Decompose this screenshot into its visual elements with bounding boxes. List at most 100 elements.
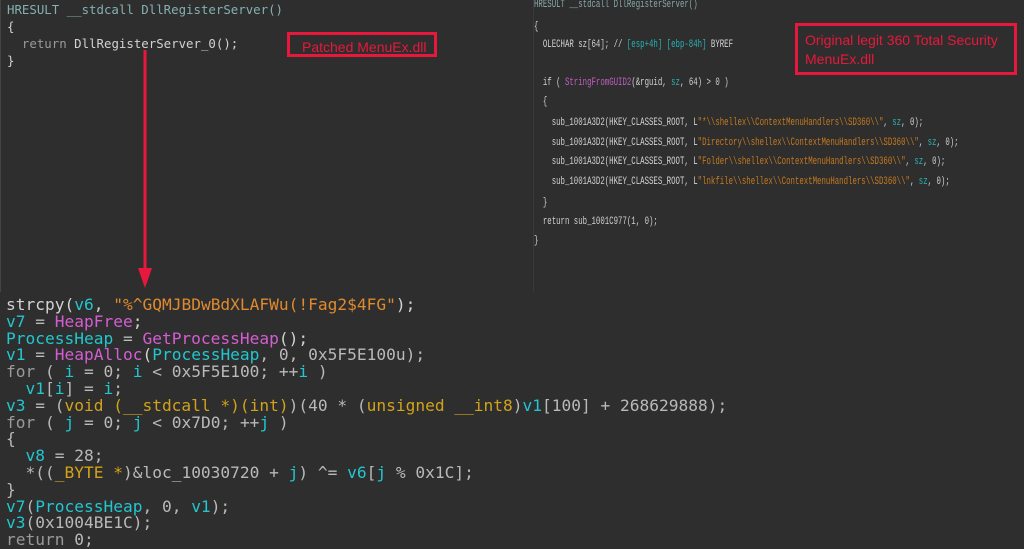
patched-dllregisterserver-panel: HRESULT __stdcall DllRegisterServer(){ r…: [0, 0, 529, 292]
code-token: sub_1001A3D2(HKEY_CLASSES_ROOT, L: [534, 156, 698, 168]
code-token: ,: [909, 176, 919, 188]
code-token: );: [395, 295, 416, 314]
code-token: , 0);: [936, 137, 959, 149]
code-token: "Folder\\shellex\\ContextMenuHandlers\\S…: [697, 156, 906, 168]
code-token: DllRegisterServer_0();: [74, 36, 239, 51]
code-token: (: [35, 412, 65, 432]
code-token: StringFromGUID2: [564, 77, 632, 89]
code-token: , 0);: [927, 176, 950, 188]
code-token: "Directory\\shellex\\ContextMenuHandlers…: [697, 137, 919, 149]
code-line: v1 = HeapAlloc(ProcessHeap, 0, 0x5F5E100…: [6, 346, 425, 363]
patched-payload-code-panel: strcpy(v6, "%^GQMJBDwBdXLAFWu(!Fag2$4FG"…: [0, 296, 1024, 548]
code-token: [: [366, 463, 377, 482]
patched-menuex-label: Patched MenuEx.dll: [287, 32, 437, 57]
code-line: }: [7, 52, 14, 69]
code-line: HRESULT __stdcall DllRegisterServer(): [7, 1, 283, 18]
code-token: if (: [534, 77, 565, 89]
code-line: }: [534, 196, 547, 210]
code-token: j: [64, 412, 75, 432]
code-line: ProcessHeap = GetProcessHeap();: [6, 330, 308, 347]
code-token: v1: [522, 395, 543, 415]
code-token: [esp+4h] [ebp-84h]: [626, 39, 707, 51]
code-token: ,: [883, 117, 893, 129]
code-token: 0;: [64, 530, 94, 549]
code-token: sz: [671, 77, 680, 89]
code-line: sub_1001A3D2(HKEY_CLASSES_ROOT, L"lnkfil…: [534, 175, 950, 189]
code-token: < 0x7D0; ++: [142, 412, 260, 432]
code-token: sz: [892, 117, 902, 129]
code-line: HRESULT __stdcall DllRegisterServer(): [534, 0, 698, 12]
code-line: {: [534, 20, 538, 34]
code-token: % 0x1C];: [386, 463, 474, 482]
code-token: ,: [918, 137, 928, 149]
code-token: sz: [927, 137, 937, 149]
code-token: unsigned __int8: [366, 395, 513, 415]
code-line: {: [7, 18, 14, 35]
code-line: sub_1001A3D2(HKEY_CLASSES_ROOT, L"Folder…: [534, 155, 946, 169]
code-token: i: [298, 362, 309, 382]
code-line: *((_BYTE *)&loc_10030720 + j) ^= v6[j % …: [6, 463, 474, 482]
code-token: }: [534, 197, 548, 209]
code-token: sub_1001A3D2(HKEY_CLASSES_ROOT, L: [534, 137, 698, 149]
code-token: return: [7, 36, 75, 51]
code-token: , 64) > 0 ): [679, 77, 729, 89]
code-token: HRESULT __stdcall DllRegisterServer(): [534, 0, 698, 11]
code-token: j: [259, 412, 270, 432]
code-token: {: [534, 96, 548, 108]
code-token: , 0);: [901, 117, 924, 129]
code-token: )&loc_10030720 +: [122, 463, 289, 482]
code-line: }: [534, 234, 538, 248]
code-token: sub_1001A3D2(HKEY_CLASSES_ROOT, L: [534, 117, 698, 129]
code-token: j: [288, 463, 299, 482]
code-line: sub_1001A3D2(HKEY_CLASSES_ROOT, L"*\\she…: [534, 116, 924, 130]
code-token: {: [7, 19, 15, 34]
code-token: HRESULT __stdcall DllRegisterServer(): [7, 2, 284, 17]
code-token: sz: [918, 176, 928, 188]
code-token: sz: [914, 156, 924, 168]
code-line: v3 = (void (__stdcall *)(int))(40 * (uns…: [6, 397, 727, 414]
code-line: v7 = HeapFree;: [6, 313, 142, 330]
code-line: {: [6, 430, 16, 447]
code-line: v3(0x1004BE1C);: [6, 514, 152, 531]
code-token: [100] + 268629888);: [542, 395, 728, 415]
code-token: = 0;: [74, 412, 133, 432]
code-token: v1: [191, 496, 211, 516]
code-token: "%^GQMJBDwBdXLAFWu(!Fag2$4FG": [113, 295, 396, 314]
code-token: }: [534, 235, 539, 247]
code-token: , 0);: [923, 156, 946, 168]
code-token: return: [6, 530, 65, 549]
code-line: for ( i = 0; i < 0x5F5E100; ++i ): [6, 363, 328, 380]
code-token: ,: [905, 156, 915, 168]
code-token: OLECHAR sz[64]; //: [534, 39, 627, 51]
code-token: return sub_1001C977(1, 0);: [534, 216, 658, 228]
code-token: {: [534, 21, 539, 33]
code-line: }: [6, 481, 16, 498]
code-token: BYREF: [706, 39, 734, 51]
code-token: ): [512, 395, 523, 415]
code-line: return sub_1001C977(1, 0);: [534, 215, 658, 229]
arrow-down-icon: [138, 50, 152, 288]
code-line: sub_1001A3D2(HKEY_CLASSES_ROOT, L"Direct…: [534, 136, 959, 150]
code-token: "lnkfile\\shellex\\ContextMenuHandlers\\…: [697, 176, 910, 188]
code-line: if ( StringFromGUID2(&rguid, sz, 64) > 0…: [534, 76, 729, 90]
code-line: {: [534, 95, 547, 109]
code-token: );: [210, 496, 231, 516]
code-token: v6: [347, 463, 367, 482]
code-line: v1[i] = i;: [6, 380, 123, 397]
code-line: for ( j = 0; j < 0x7D0; ++j ): [6, 414, 289, 431]
code-token: < 0x5F5E100; ++: [142, 362, 299, 382]
code-token: }: [7, 53, 15, 68]
code-token: ): [269, 412, 289, 432]
code-line: v8 = 28;: [6, 447, 104, 464]
code-token: sub_1001A3D2(HKEY_CLASSES_ROOT, L: [534, 176, 698, 188]
code-line: OLECHAR sz[64]; // [esp+4h] [ebp-84h] BY…: [534, 38, 733, 52]
code-token: )(40 * (: [288, 395, 367, 415]
code-token: "*\\shellex\\ContextMenuHandlers\\SD360\…: [697, 117, 884, 129]
code-line: strcpy(v6, "%^GQMJBDwBdXLAFWu(!Fag2$4FG"…: [6, 296, 415, 313]
code-token: ) ^=: [298, 463, 348, 482]
code-token: _BYTE *: [54, 463, 123, 482]
original-menuex-label: Original legit 360 Total Security MenuEx…: [795, 23, 1017, 75]
code-token: (&rguid,: [631, 77, 672, 89]
code-line: return DllRegisterServer_0();: [7, 35, 238, 52]
code-token: ): [308, 362, 328, 382]
